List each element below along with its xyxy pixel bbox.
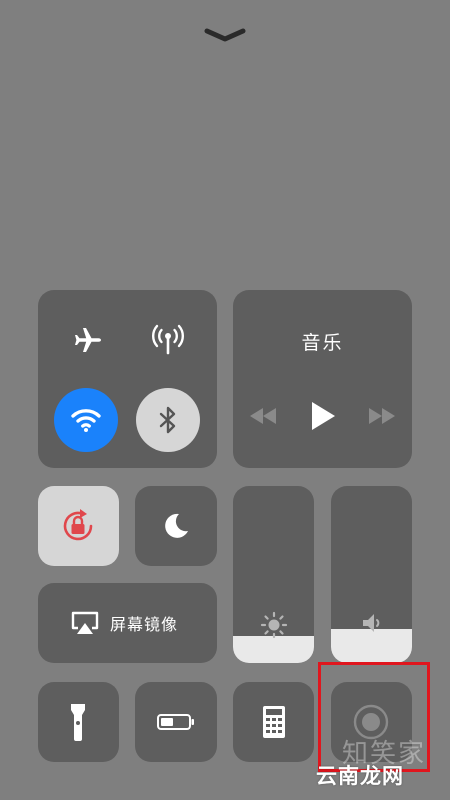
bluetooth-toggle[interactable] xyxy=(136,388,200,452)
fast-forward-icon[interactable] xyxy=(366,404,398,428)
rotation-lock-button[interactable] xyxy=(38,486,119,566)
low-power-mode-button[interactable] xyxy=(135,682,217,762)
battery-icon xyxy=(154,708,198,736)
moon-icon xyxy=(156,506,196,546)
music-title: 音乐 xyxy=(301,332,344,354)
music-panel[interactable]: 音乐 xyxy=(233,290,412,468)
calculator-button[interactable] xyxy=(233,682,314,762)
chevron-down-icon[interactable] xyxy=(204,26,246,44)
antenna-icon[interactable] xyxy=(148,320,188,360)
flashlight-icon xyxy=(63,698,93,746)
speaker-icon xyxy=(359,610,385,636)
airplane-icon[interactable] xyxy=(68,320,108,360)
rotation-lock-icon xyxy=(56,504,100,548)
bluetooth-icon xyxy=(158,405,178,435)
screen-mirroring-label: 屏幕镜像 xyxy=(110,615,179,634)
sun-icon xyxy=(259,610,289,640)
watermark: 云南龙网 xyxy=(316,764,404,788)
brightness-slider[interactable] xyxy=(233,486,314,663)
play-icon[interactable] xyxy=(305,398,341,434)
screen-mirroring-button[interactable]: 屏幕镜像 xyxy=(38,583,217,663)
rewind-icon[interactable] xyxy=(247,404,279,428)
airplay-icon xyxy=(70,610,100,636)
wifi-icon xyxy=(70,407,102,433)
brightness-level xyxy=(233,636,314,663)
flashlight-button[interactable] xyxy=(38,682,119,762)
volume-slider[interactable] xyxy=(331,486,412,663)
wifi-toggle[interactable] xyxy=(54,388,118,452)
calculator-icon xyxy=(257,700,291,744)
do-not-disturb-button[interactable] xyxy=(135,486,217,566)
connectivity-panel xyxy=(38,290,217,468)
